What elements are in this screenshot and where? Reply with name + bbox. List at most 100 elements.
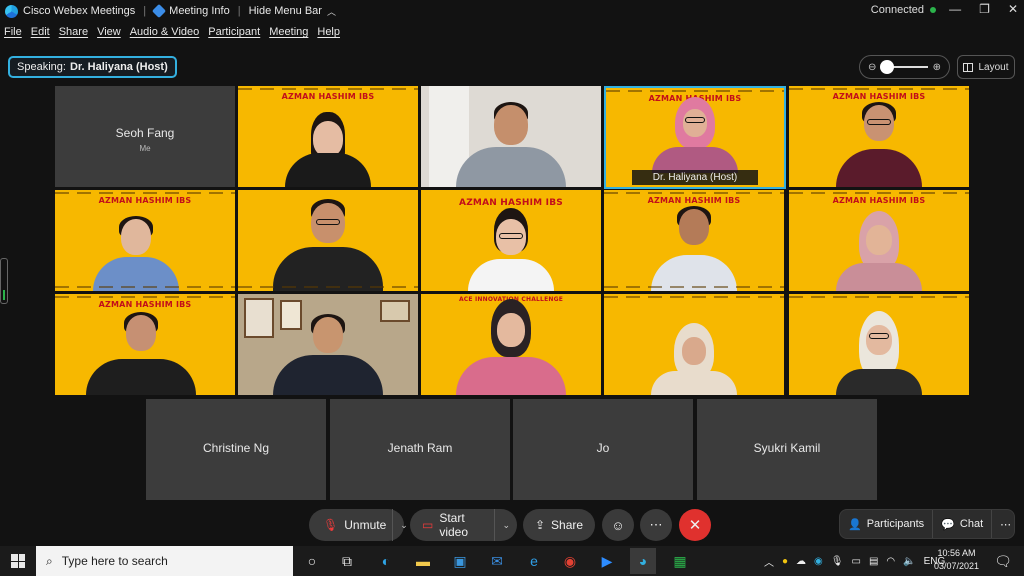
video-tile[interactable]: ACE INNOVATION CHALLENGE <box>421 294 601 395</box>
participant-video <box>456 299 566 395</box>
tray-webex-icon[interactable]: ◉ <box>814 556 823 567</box>
video-tile[interactable]: AZMAN HASHIM IBS <box>55 294 235 395</box>
taskbar-search[interactable]: ⌕ Type here to search <box>36 546 293 576</box>
connection-status: Connected <box>871 4 936 16</box>
microphone-icon[interactable]: 🎙 <box>831 556 844 567</box>
video-tile[interactable] <box>789 294 969 395</box>
network-icon[interactable]: ▭ <box>851 556 860 567</box>
video-tile[interactable]: AZMAN HASHIM IBS <box>604 190 784 291</box>
video-tile-no-video[interactable]: Jo <box>513 399 693 500</box>
video-tile[interactable] <box>238 190 418 291</box>
unmute-button[interactable]: 🎙 Unmute ⌄ <box>309 509 408 541</box>
zoom-slider[interactable] <box>879 60 928 74</box>
zoom-out-icon[interactable]: ⊖ <box>868 62 876 73</box>
unmute-label: Unmute <box>344 518 387 532</box>
cortana-icon[interactable]: ○ <box>299 548 325 574</box>
banner-strip <box>604 286 784 288</box>
share-label: Share <box>551 518 584 532</box>
spreadsheet-app-icon[interactable]: ▦ <box>667 548 693 574</box>
wifi-icon[interactable]: ◠ <box>886 556 895 567</box>
more-icon: ⋯ <box>1000 518 1012 531</box>
participant-video <box>285 112 371 187</box>
banner-strip <box>55 192 235 194</box>
volume-icon[interactable]: 🔈 <box>903 556 915 567</box>
menu-edit[interactable]: Edit <box>31 26 50 42</box>
file-explorer-icon[interactable]: ▬ <box>410 548 436 574</box>
video-tile-host[interactable]: AZMAN HASHIM IBS Dr. Haliyana (Host) <box>604 86 786 189</box>
audio-level-handle[interactable] <box>0 258 8 304</box>
video-tile[interactable]: AZMAN HASHIM IBS <box>55 190 235 291</box>
chevron-up-icon: ︿ <box>326 6 336 17</box>
zoom-in-icon[interactable]: ⊕ <box>933 62 941 73</box>
minimize-icon[interactable]: — <box>949 2 961 16</box>
banner-logo: AZMAN HASHIM IBS <box>98 300 192 309</box>
video-tile[interactable]: AZMAN HASHIM IBS <box>789 190 969 291</box>
menu-view[interactable]: View <box>97 26 121 42</box>
layout-button[interactable]: Layout <box>957 55 1015 79</box>
edge-icon[interactable]: ◐ <box>373 548 399 574</box>
video-tile-no-video[interactable]: Christine Ng <box>146 399 326 500</box>
more-options-button[interactable]: ⋯ <box>640 509 672 541</box>
banner-logo: AZMAN HASHIM IBS <box>459 198 563 208</box>
app-name: Cisco Webex Meetings <box>23 5 136 17</box>
store-icon[interactable]: ▣ <box>447 548 473 574</box>
hide-menu-bar-button[interactable]: Hide Menu Bar ︿ <box>249 5 336 18</box>
participant-video <box>836 211 922 291</box>
person-icon: 👤 <box>848 518 862 531</box>
menu-share[interactable]: Share <box>59 26 88 42</box>
tray-device-icon[interactable]: ▤ <box>869 556 878 567</box>
reactions-button[interactable]: ☺ <box>602 509 634 541</box>
banner-strip <box>55 286 235 288</box>
internet-explorer-icon[interactable]: e <box>521 548 547 574</box>
tray-app-icon[interactable]: ● <box>782 556 788 567</box>
chat-button[interactable]: 💬 Chat <box>932 510 991 538</box>
chevron-down-icon[interactable]: ⌄ <box>494 509 517 541</box>
search-icon: ⌕ <box>46 553 53 568</box>
task-view-icon[interactable]: ⧉ <box>334 548 360 574</box>
notifications-icon[interactable]: 🗨 <box>990 548 1016 574</box>
menu-participant[interactable]: Participant <box>208 26 260 42</box>
video-tile[interactable]: AZMAN HASHIM IBS <box>421 190 601 291</box>
restore-icon[interactable]: ❐ <box>979 2 990 16</box>
participants-label: Participants <box>866 518 925 530</box>
taskbar-clock[interactable]: 10:56 AM 03/07/2021 <box>934 547 979 573</box>
menu-help[interactable]: Help <box>317 26 340 42</box>
banner-logo: AZMAN HASHIM IBS <box>281 92 375 101</box>
menu-bar: File Edit Share View Audio & Video Parti… <box>0 26 340 42</box>
zoom-slider-knob[interactable] <box>879 60 894 74</box>
meeting-info-button[interactable]: Meeting Info <box>152 3 230 19</box>
share-button[interactable]: ⇪ Share <box>523 509 595 541</box>
participant-video <box>273 314 383 395</box>
camera-off-icon: ▭ <box>422 518 434 532</box>
video-tile-no-video[interactable]: Jenath Ram <box>330 399 510 500</box>
start-video-button[interactable]: ▭ Start video ⌄ <box>410 509 517 541</box>
video-tile[interactable] <box>604 294 784 395</box>
panel-controls: 👤 Participants 💬 Chat ⋯ <box>839 509 1015 539</box>
menu-file[interactable]: File <box>4 26 22 42</box>
close-window-icon[interactable]: ✕ <box>1008 2 1018 16</box>
video-tile[interactable] <box>238 294 418 395</box>
video-tile[interactable] <box>421 86 601 187</box>
video-tile-no-video[interactable]: Syukri Kamil <box>697 399 877 500</box>
panel-more-button[interactable]: ⋯ <box>991 510 1019 538</box>
chevron-up-icon[interactable]: ︿ <box>764 554 774 569</box>
participants-button[interactable]: 👤 Participants <box>840 510 932 538</box>
host-name-label: Dr. Haliyana (Host) <box>632 170 758 185</box>
video-tile[interactable]: AZMAN HASHIM IBS <box>789 86 969 187</box>
zoom-app-icon[interactable]: ▶ <box>594 548 620 574</box>
chrome-icon[interactable]: ◉ <box>557 548 583 574</box>
video-tile-self[interactable]: Seoh Fang Me <box>55 86 235 187</box>
meeting-info-label: Meeting Info <box>169 5 230 17</box>
menu-audio-video[interactable]: Audio & Video <box>130 26 200 42</box>
menu-meeting[interactable]: Meeting <box>269 26 308 42</box>
video-tile[interactable]: AZMAN HASHIM IBS <box>238 86 418 187</box>
banner-strip <box>238 88 418 90</box>
start-button[interactable] <box>0 546 36 576</box>
webex-taskbar-icon[interactable]: ◕ <box>630 548 656 574</box>
mail-icon[interactable]: ✉ <box>484 548 510 574</box>
onedrive-icon[interactable]: ☁ <box>796 556 806 567</box>
leave-meeting-button[interactable]: ✕ <box>679 509 711 541</box>
connection-status-label: Connected <box>870 4 924 16</box>
window-controls: — ❐ ✕ <box>949 2 1018 16</box>
speaking-name: Dr. Haliyana (Host) <box>69 61 168 73</box>
